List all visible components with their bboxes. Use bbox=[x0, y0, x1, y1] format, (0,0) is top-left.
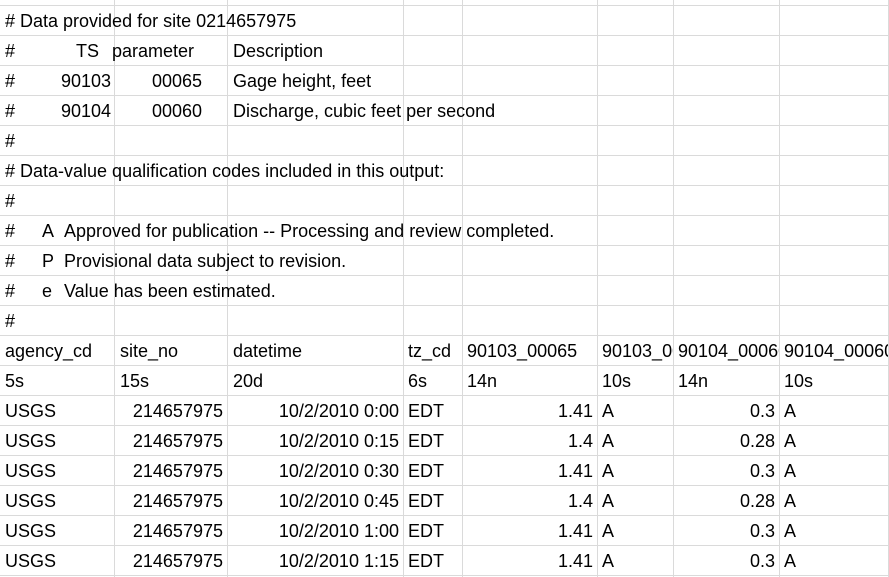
format-cell[interactable]: 15s bbox=[120, 366, 149, 396]
qualification-code: P bbox=[42, 251, 55, 271]
cell-datetime[interactable]: 10/2/2010 0:30 bbox=[227, 456, 403, 486]
cell-datetime[interactable]: 10/2/2010 0:45 bbox=[227, 486, 403, 516]
comment-hash[interactable]: # bbox=[5, 186, 15, 216]
qualification-description: Provisional data subject to revision. bbox=[64, 251, 347, 271]
header-site-no[interactable]: site_no bbox=[120, 336, 226, 366]
cell-site-no[interactable]: 214657975 bbox=[114, 426, 227, 456]
cell-discharge-cd[interactable]: A bbox=[779, 396, 888, 426]
comment-parameter-value: 00060 bbox=[152, 101, 203, 121]
comment-hash[interactable]: # bbox=[5, 276, 15, 306]
qualification-code: e bbox=[42, 281, 53, 301]
header-discharge-cd[interactable]: 90104_00060_cd bbox=[784, 336, 888, 366]
comment-ts-value: 90103 bbox=[61, 71, 112, 91]
cell-gage-height[interactable]: 1.41 bbox=[462, 456, 597, 486]
qualification-description: Value has been estimated. bbox=[64, 281, 276, 301]
cell-gage-height[interactable]: 1.4 bbox=[462, 426, 597, 456]
cell-site-no[interactable]: 214657975 bbox=[114, 486, 227, 516]
spreadsheet-grid: # Data provided for site 0214657975 # TS… bbox=[0, 0, 889, 577]
cell-site-no[interactable]: 214657975 bbox=[114, 456, 227, 486]
format-cell[interactable]: 10s bbox=[602, 366, 631, 396]
format-cell[interactable]: 5s bbox=[5, 366, 24, 396]
comment-site-line[interactable]: # Data provided for site 0214657975 bbox=[5, 6, 296, 36]
cell-agency[interactable]: USGS bbox=[0, 516, 114, 546]
cell-discharge[interactable]: 0.28 bbox=[673, 426, 779, 456]
cell-gage-height[interactable]: 1.41 bbox=[462, 396, 597, 426]
cell-gage-height-cd[interactable]: A bbox=[597, 426, 673, 456]
cell-tz[interactable]: EDT bbox=[403, 516, 462, 546]
cell-discharge-cd[interactable]: A bbox=[779, 486, 888, 516]
comment-hash[interactable]: # bbox=[5, 126, 15, 156]
cell-gage-height[interactable]: 1.4 bbox=[462, 486, 597, 516]
comment-ts-header: TS bbox=[76, 41, 100, 61]
format-cell[interactable]: 14n bbox=[678, 366, 708, 396]
qualification-description: Approved for publication -- Processing a… bbox=[64, 221, 555, 241]
cell-discharge[interactable]: 0.3 bbox=[673, 516, 779, 546]
header-datetime[interactable]: datetime bbox=[233, 336, 402, 366]
cell-gage-height-cd[interactable]: A bbox=[597, 396, 673, 426]
cell-discharge[interactable]: 0.3 bbox=[673, 396, 779, 426]
comment-hash[interactable]: # bbox=[5, 216, 15, 246]
comment-hash[interactable]: # bbox=[5, 246, 15, 276]
comment-description-header[interactable]: Description bbox=[233, 36, 323, 66]
cell-agency[interactable]: USGS bbox=[0, 426, 114, 456]
cell-gage-height[interactable]: 1.41 bbox=[462, 546, 597, 576]
cell-discharge-cd[interactable]: A bbox=[779, 426, 888, 456]
cell-tz[interactable]: EDT bbox=[403, 396, 462, 426]
comment-description-value[interactable]: Gage height, feet bbox=[233, 66, 371, 96]
cell-agency[interactable]: USGS bbox=[0, 456, 114, 486]
cell-datetime[interactable]: 10/2/2010 1:00 bbox=[227, 516, 403, 546]
cell-tz[interactable]: EDT bbox=[403, 456, 462, 486]
cell-gage-height[interactable]: 1.41 bbox=[462, 516, 597, 546]
cell-discharge-cd[interactable]: A bbox=[779, 546, 888, 576]
cell-discharge-cd[interactable]: A bbox=[779, 516, 888, 546]
cell-agency[interactable]: USGS bbox=[0, 546, 114, 576]
format-cell[interactable]: 20d bbox=[233, 366, 263, 396]
cell-agency[interactable]: USGS bbox=[0, 486, 114, 516]
cell-discharge-cd[interactable]: A bbox=[779, 456, 888, 486]
comment-qualification-heading[interactable]: # Data-value qualification codes include… bbox=[5, 156, 444, 186]
comment-ts-value: 90104 bbox=[61, 101, 112, 121]
comment-hash[interactable]: # bbox=[5, 306, 15, 336]
cell-gage-height-cd[interactable]: A bbox=[597, 516, 673, 546]
cell-tz[interactable]: EDT bbox=[403, 486, 462, 516]
comment-parameter-header: parameter bbox=[112, 41, 195, 61]
cell-gage-height-cd[interactable]: A bbox=[597, 456, 673, 486]
header-gage-height[interactable]: 90103_00065 bbox=[467, 336, 596, 366]
format-cell[interactable]: 14n bbox=[467, 366, 497, 396]
cell-site-no[interactable]: 214657975 bbox=[114, 396, 227, 426]
cell-datetime[interactable]: 10/2/2010 0:15 bbox=[227, 426, 403, 456]
cell-discharge[interactable]: 0.28 bbox=[673, 486, 779, 516]
cell-gage-height-cd[interactable]: A bbox=[597, 486, 673, 516]
header-tz-cd[interactable]: tz_cd bbox=[408, 336, 462, 366]
format-cell[interactable]: 6s bbox=[408, 366, 427, 396]
comment-description-value[interactable]: Discharge, cubic feet per second bbox=[233, 96, 495, 126]
header-agency-cd[interactable]: agency_cd bbox=[5, 336, 113, 366]
header-discharge[interactable]: 90104_00060 bbox=[678, 336, 779, 366]
cell-datetime[interactable]: 10/2/2010 1:15 bbox=[227, 546, 403, 576]
cell-gage-height-cd[interactable]: A bbox=[597, 546, 673, 576]
header-gage-height-cd[interactable]: 90103_00065_cd bbox=[602, 336, 673, 366]
cell-site-no[interactable]: 214657975 bbox=[114, 546, 227, 576]
comment-hash[interactable]: # bbox=[5, 36, 15, 66]
comment-hash[interactable]: # bbox=[5, 66, 15, 96]
cell-tz[interactable]: EDT bbox=[403, 546, 462, 576]
cell-site-no[interactable]: 214657975 bbox=[114, 516, 227, 546]
qualification-code: A bbox=[42, 221, 55, 241]
cell-agency[interactable]: USGS bbox=[0, 396, 114, 426]
format-cell[interactable]: 10s bbox=[784, 366, 813, 396]
cell-datetime[interactable]: 10/2/2010 0:00 bbox=[227, 396, 403, 426]
cell-discharge[interactable]: 0.3 bbox=[673, 456, 779, 486]
comment-hash[interactable]: # bbox=[5, 96, 15, 126]
cell-tz[interactable]: EDT bbox=[403, 426, 462, 456]
cell-discharge[interactable]: 0.3 bbox=[673, 546, 779, 576]
comment-parameter-value: 00065 bbox=[152, 71, 203, 91]
